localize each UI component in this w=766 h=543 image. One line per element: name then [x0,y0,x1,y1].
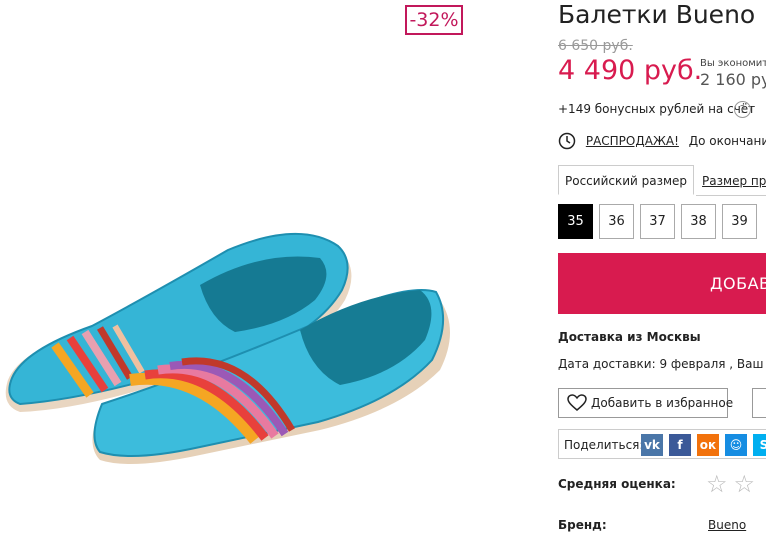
vk-icon[interactable]: vk [641,434,663,456]
share-label: Поделиться: [564,438,644,452]
facebook-icon[interactable]: f [669,434,691,456]
skype-icon[interactable]: S [753,434,766,456]
delivery-title: Доставка из Москвы [558,330,701,344]
size-option[interactable]: 36 [599,204,634,239]
odnoklassniki-icon[interactable]: ок [697,434,719,456]
rating-label: Средняя оценка: [558,477,676,491]
brand-link[interactable]: Bueno [708,518,746,532]
size-selector: 35 36 37 38 39 [558,204,763,239]
product-title: Балетки Bueno [558,0,756,29]
tab-manufacturer-size[interactable]: Размер прои [696,166,766,196]
savings-value: 2 160 руб [700,70,766,89]
help-icon[interactable]: ? [734,101,751,118]
share-bar: Поделиться: vk f ок ☺ S [558,429,766,459]
compare-button[interactable] [752,388,766,418]
add-to-favorites-label: Добавить в избранное [591,396,734,410]
heart-icon [567,394,587,411]
savings-label: Вы экономит [700,58,766,69]
size-option[interactable]: 38 [681,204,716,239]
sale-row: РАСПРОДАЖА! До окончания пр [558,132,766,152]
clock-icon [558,132,576,150]
ballet-flats-image [5,232,450,464]
size-tabs: Российский размерРазмер прои [558,165,766,196]
delivery-date: Дата доставки: 9 февраля , Ваш гор [558,357,766,371]
product-image[interactable] [0,0,540,543]
add-to-cart-button[interactable]: ДОБАВ [558,253,766,314]
discount-badge: -32% [405,5,463,35]
brand-label: Бренд: [558,518,607,532]
sale-countdown-text: До окончания пр [688,134,766,148]
size-option[interactable]: 37 [640,204,675,239]
add-to-favorites-button[interactable]: Добавить в избранное [558,388,733,418]
old-price: 6 650 руб. [558,38,633,54]
tab-russian-size[interactable]: Российский размер [558,165,695,195]
sale-link[interactable]: РАСПРОДАЖА! [586,134,679,148]
current-price: 4 490 руб. [558,55,703,86]
mailru-icon[interactable]: ☺ [725,434,747,456]
bonus-text: +149 бонусных рублей на счёт [558,102,756,116]
size-option[interactable]: 35 [558,204,593,239]
size-option[interactable]: 39 [722,204,757,239]
rating-stars[interactable]: ☆☆ [706,470,761,498]
